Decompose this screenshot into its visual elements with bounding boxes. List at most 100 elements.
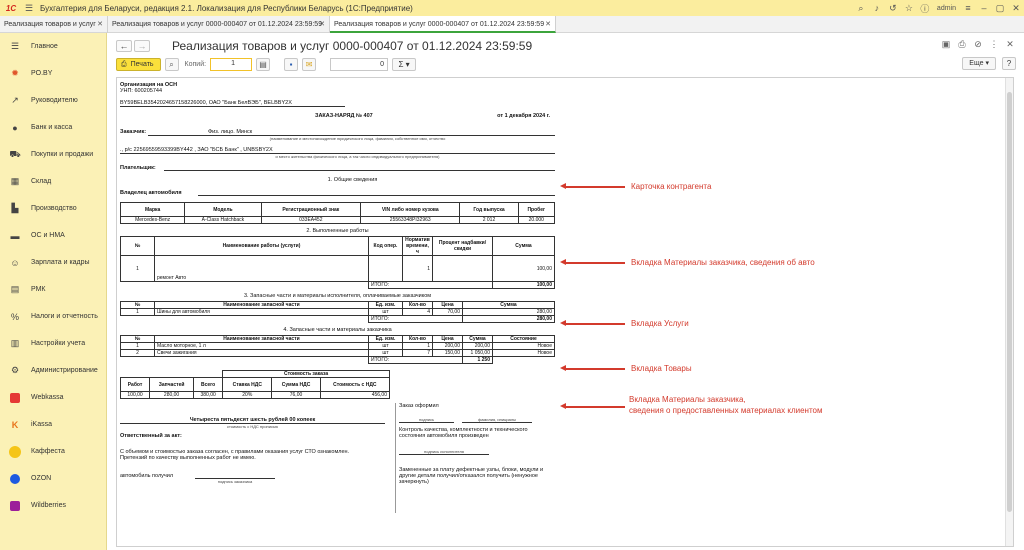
customer-account: ., р/с 22569559593399BY442 , ЗАО "БСБ Ба… [120, 147, 555, 154]
column-header: № [120, 301, 155, 309]
sign-hint: подпись заказчика [217, 479, 253, 484]
forward-button[interactable]: → [134, 40, 150, 52]
envelope-icon: ✉ [305, 60, 313, 69]
more-icon[interactable]: ⋮ [988, 39, 1000, 50]
sidebar-item-purchases[interactable]: ⛟ Покупки и продажи [0, 141, 106, 168]
close-icon[interactable]: ✕ [1008, 3, 1024, 14]
search-icon: ⌕ [169, 59, 174, 69]
sidebar-item-label: Зарплата и кадры [31, 259, 90, 266]
user-name[interactable]: admin [933, 5, 960, 12]
table-cell: 280,00 [462, 308, 555, 316]
order-date: от 1 декабря 2024 г. [497, 113, 550, 119]
copies-field[interactable]: 1 [210, 58, 253, 71]
document-header: ← → Реализация товаров и услуг 0000-0004… [116, 39, 532, 53]
sidebar-item-ikassa[interactable]: KiKassa [0, 411, 106, 438]
sidebar-item-assets[interactable]: ▬ ОС и НМА [0, 222, 106, 249]
sidebar-item-ozon[interactable]: OZON [0, 465, 106, 492]
sidebar-item-wildberries[interactable]: Wildberries [0, 492, 106, 519]
agreement-text: С объемом и стоимостью заказа согласен, … [120, 449, 350, 461]
close-icon[interactable]: ✕ [545, 16, 551, 33]
coin-icon: ● [12, 122, 18, 133]
annotation-arrow [560, 403, 625, 409]
bell-icon[interactable]: ♪ [869, 3, 885, 13]
close-icon[interactable]: ✕ [1004, 39, 1016, 50]
sidebar-item-manager[interactable]: ↗ Руководителю [0, 87, 106, 114]
sidebar-item-admin[interactable]: ⚙ Администрирование [0, 357, 106, 384]
help-button[interactable]: ? [1002, 57, 1016, 70]
table-row: 1 Масло моторное, 1 л шт 1 200,00 200,00… [120, 342, 555, 350]
info-icon[interactable]: ⓘ [917, 2, 933, 15]
close-icon[interactable]: ✕ [97, 16, 103, 33]
sidebar-item-rmk[interactable]: ▤ РМК [0, 276, 106, 303]
tab-sales-list[interactable]: Реализация товаров и услуг ✕ [0, 16, 108, 33]
column-header: Наименование работы (услуги) [154, 236, 369, 256]
link-icon[interactable]: ⊘ [972, 39, 984, 50]
sidebar-item-taxes[interactable]: % Налоги и отчетность [0, 303, 106, 330]
sidebar-item-label: Настройки учета [31, 340, 86, 347]
table-cell: 280,00 [149, 391, 195, 399]
table-cell: 150,00 [432, 349, 463, 357]
email-button[interactable]: ✉ [302, 58, 317, 71]
order-made-label: Заказ оформил [399, 403, 439, 409]
sidebar-item-label: Производство [31, 205, 77, 212]
settings-icon[interactable]: ≡ [960, 3, 976, 13]
floppy-icon: ▪ [289, 60, 293, 69]
history-icon[interactable]: ↺ [885, 3, 901, 14]
scrollbar-thumb[interactable] [1007, 92, 1012, 512]
column-header: Запчастей [149, 377, 195, 392]
table-cell: Шины для автомобиля [154, 308, 369, 316]
table-cell: Масло моторное, 1 л [154, 342, 369, 350]
preview-button[interactable]: ⌕ [164, 58, 179, 71]
print-icon[interactable]: ⎙ [956, 39, 968, 50]
sidebar-item-salary[interactable]: ☺ Зарплата и кадры [0, 249, 106, 276]
table-cell: Mercedes-Benz [119, 216, 186, 224]
sidebar-item-kaffesta[interactable]: Каффеста [0, 438, 106, 465]
menu-icon[interactable]: ☰ [22, 3, 36, 14]
sidebar-item-webkassa[interactable]: Webkassa [0, 384, 106, 411]
annotation-line: сведения о предоставленных материалах кл… [629, 406, 823, 415]
minimize-icon[interactable]: – [976, 3, 992, 13]
close-icon[interactable]: ✕ [319, 16, 325, 33]
sidebar-item-poby[interactable]: ✹ PO.BY [0, 60, 106, 87]
save-icon[interactable]: ▣ [940, 39, 952, 50]
sidebar-item-label: PO.BY [31, 70, 53, 77]
scrollbar[interactable] [1005, 78, 1013, 546]
sidebar-item-production[interactable]: ▙ Производство [0, 195, 106, 222]
owner-value [198, 190, 555, 196]
customer-parts-table: № Наименование запасной части Ед. изм. К… [120, 335, 555, 364]
sum-field[interactable]: 0 [330, 58, 389, 71]
webkassa-icon [9, 392, 21, 404]
table-cell: 200,00 [462, 342, 493, 350]
wildberries-icon [9, 500, 21, 512]
back-button[interactable]: ← [116, 40, 132, 52]
print-preview[interactable]: Организация на ОСН УНП: 600205744 BY59BE… [116, 77, 1014, 547]
save-button[interactable]: ▪ [284, 58, 299, 71]
table-settings-button[interactable]: ▤ [256, 58, 271, 71]
print-button[interactable]: ⎙ Печать [116, 58, 161, 71]
more-button[interactable]: Еще ▾ [962, 57, 996, 70]
sidebar-item-label: Руководителю [31, 97, 78, 104]
section-2-title: 2. Выполненные работы [306, 228, 369, 234]
sidebar-item-label: Главное [31, 43, 58, 50]
table-cell: 033ЕА452 [260, 216, 362, 224]
column-header: Марка [119, 202, 186, 217]
sidebar-item-bank[interactable]: ● Банк и касса [0, 114, 106, 141]
sidebar-item-account-settings[interactable]: ▥ Настройки учета [0, 330, 106, 357]
replaced-text: Замененные за плату дефектные узлы, блок… [399, 467, 544, 485]
column-header: Стоимость с НДС [319, 377, 391, 392]
ozon-icon [9, 473, 21, 485]
sidebar-item-main[interactable]: ☰ Главное [0, 33, 106, 60]
maximize-icon[interactable]: ▢ [992, 3, 1008, 14]
sidebar-item-warehouse[interactable]: ▦ Склад [0, 168, 106, 195]
sigma-icon: Σ [398, 60, 404, 69]
sum-button[interactable]: Σ ▾ [392, 58, 417, 71]
cost-table: Стоимость заказа Работ Запчастей Всего С… [119, 370, 391, 399]
column-header: Норматив времени, ч [402, 236, 433, 256]
spacer [121, 316, 369, 323]
tab-sales-doc-2[interactable]: Реализация товаров и услуг 0000-000407 о… [330, 16, 556, 33]
star-icon[interactable]: ☆ [901, 3, 917, 14]
org-bank: BY59BELB3542024657158226000, ОАО "Банк Б… [120, 100, 345, 107]
search-icon[interactable]: ⌕ [853, 3, 869, 14]
table-cell: шт [368, 342, 403, 350]
tab-sales-doc-1[interactable]: Реализация товаров и услуг 0000-000407 о… [108, 16, 330, 33]
